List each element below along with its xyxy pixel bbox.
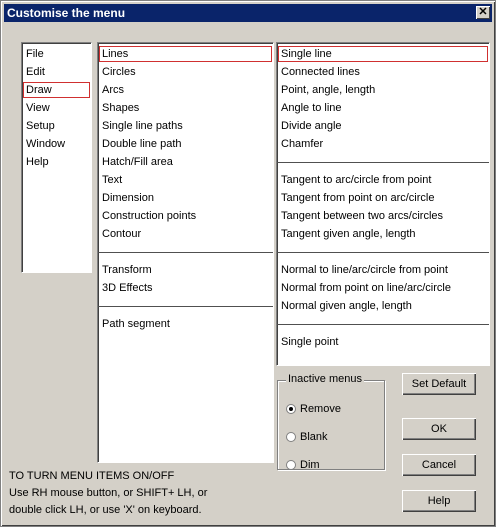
draw-item-lines[interactable]: Lines	[98, 45, 273, 63]
draw-item-hatch-fill-area[interactable]: Hatch/Fill area	[98, 153, 273, 171]
lines-item-normal-angle-length[interactable]: Normal given angle, length	[277, 297, 489, 315]
separator	[277, 324, 489, 325]
top-menus-list[interactable]: File Edit Draw View Setup Window Help	[21, 42, 92, 273]
customise-menu-dialog: Customise the menu ✕ File Edit Draw View…	[0, 0, 496, 527]
lines-item-point-angle-length[interactable]: Point, angle, length	[277, 81, 489, 99]
lines-submenu-list[interactable]: Single line Connected lines Point, angle…	[276, 42, 490, 366]
radio-unselected-icon	[286, 460, 296, 470]
separator	[277, 162, 489, 163]
separator	[98, 306, 273, 307]
draw-item-contour[interactable]: Contour	[98, 225, 273, 243]
radio-selected-icon	[286, 404, 296, 414]
draw-item-dimension[interactable]: Dimension	[98, 189, 273, 207]
lines-item-chamfer[interactable]: Chamfer	[277, 135, 489, 153]
lines-item-tangent-angle-length[interactable]: Tangent given angle, length	[277, 225, 489, 243]
inactive-menus-group: Inactive menus Remove Blank Dim	[277, 373, 385, 472]
menu-item-edit[interactable]: Edit	[22, 63, 91, 81]
lines-item-single-line[interactable]: Single line	[277, 45, 489, 63]
instructions-line-1: TO TURN MENU ITEMS ON/OFF	[9, 470, 175, 482]
separator	[98, 252, 273, 253]
lines-item-normal-from-point-on-line[interactable]: Normal from point on line/arc/circle	[277, 279, 489, 297]
menu-item-help[interactable]: Help	[22, 153, 91, 171]
draw-item-text[interactable]: Text	[98, 171, 273, 189]
menu-item-setup[interactable]: Setup	[22, 117, 91, 135]
lines-item-single-point[interactable]: Single point	[277, 333, 489, 351]
draw-item-3d-effects[interactable]: 3D Effects	[98, 279, 273, 297]
radio-remove-label: Remove	[300, 403, 341, 415]
lines-item-tangent-between-arcs[interactable]: Tangent between two arcs/circles	[277, 207, 489, 225]
radio-dim[interactable]: Dim	[286, 458, 320, 472]
lines-item-divide-angle[interactable]: Divide angle	[277, 117, 489, 135]
lines-item-connected-lines[interactable]: Connected lines	[277, 63, 489, 81]
lines-item-tangent-from-point-on-arc[interactable]: Tangent from point on arc/circle	[277, 189, 489, 207]
cancel-button[interactable]: Cancel	[402, 454, 476, 476]
radio-unselected-icon	[286, 432, 296, 442]
radio-blank-label: Blank	[300, 431, 328, 443]
instructions-text: TO TURN MENU ITEMS ON/OFF Use RH mouse b…	[9, 468, 274, 519]
lines-item-normal-from-point[interactable]: Normal to line/arc/circle from point	[277, 261, 489, 279]
inactive-menus-label: Inactive menus	[286, 373, 364, 385]
close-button[interactable]: ✕	[476, 6, 490, 19]
draw-item-shapes[interactable]: Shapes	[98, 99, 273, 117]
menu-item-draw[interactable]: Draw	[22, 81, 91, 99]
draw-item-arcs[interactable]: Arcs	[98, 81, 273, 99]
draw-item-circles[interactable]: Circles	[98, 63, 273, 81]
set-default-button[interactable]: Set Default	[402, 373, 476, 395]
window-title: Customise the menu	[7, 6, 126, 20]
draw-item-path-segment[interactable]: Path segment	[98, 315, 273, 333]
title-bar[interactable]: Customise the menu ✕	[4, 4, 492, 22]
radio-remove[interactable]: Remove	[286, 402, 341, 416]
draw-item-transform[interactable]: Transform	[98, 261, 273, 279]
help-button[interactable]: Help	[402, 490, 476, 512]
radio-blank[interactable]: Blank	[286, 430, 328, 444]
draw-submenu-list[interactable]: Lines Circles Arcs Shapes Single line pa…	[97, 42, 274, 463]
instructions-line-3: double click LH, or use 'X' on keyboard.	[9, 504, 202, 516]
menu-item-window[interactable]: Window	[22, 135, 91, 153]
radio-dim-label: Dim	[300, 459, 320, 471]
instructions-line-2: Use RH mouse button, or SHIFT+ LH, or	[9, 487, 208, 499]
separator	[277, 252, 489, 253]
menu-item-view[interactable]: View	[22, 99, 91, 117]
ok-button[interactable]: OK	[402, 418, 476, 440]
draw-item-double-line-path[interactable]: Double line path	[98, 135, 273, 153]
draw-item-construction-points[interactable]: Construction points	[98, 207, 273, 225]
lines-item-angle-to-line[interactable]: Angle to line	[277, 99, 489, 117]
draw-item-single-line-paths[interactable]: Single line paths	[98, 117, 273, 135]
menu-item-file[interactable]: File	[22, 45, 91, 63]
lines-item-tangent-arc-from-point[interactable]: Tangent to arc/circle from point	[277, 171, 489, 189]
